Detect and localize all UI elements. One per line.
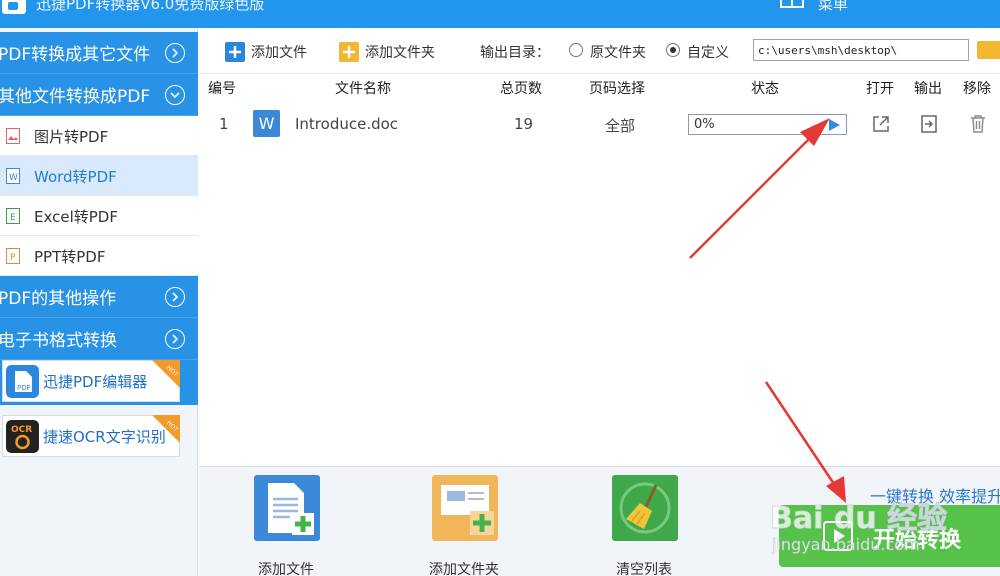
column-header: 输出 bbox=[914, 81, 942, 97]
add-file-big-icon bbox=[254, 475, 320, 541]
svg-text:OCR: OCR bbox=[11, 425, 32, 435]
add-folder-big-label: 添加文件夹 bbox=[429, 562, 499, 576]
promo-ocr[interactable]: OCR 捷速OCR文字识别 HOT bbox=[2, 415, 180, 457]
output-path-input[interactable] bbox=[753, 39, 969, 61]
chevron-down-icon bbox=[165, 85, 185, 105]
ppt-file-icon: P bbox=[6, 248, 20, 264]
chevron-right-icon bbox=[165, 329, 185, 349]
column-header: 编号 bbox=[208, 81, 236, 97]
add-file-icon bbox=[225, 42, 245, 62]
add-folder-icon bbox=[339, 42, 359, 62]
open-external-icon[interactable] bbox=[871, 114, 891, 134]
baidu-watermark: Bai du 经验 jingyan.baidu.com bbox=[770, 501, 948, 555]
column-header: 状态 bbox=[751, 81, 779, 97]
sidebar-item-image-to-pdf[interactable]: 图片转PDF bbox=[0, 116, 198, 156]
add-file-big-button[interactable]: 添加文件 bbox=[226, 475, 346, 576]
chevron-right-icon bbox=[165, 43, 185, 63]
app-logo-icon bbox=[2, 0, 26, 14]
browse-folder-icon[interactable] bbox=[977, 41, 1000, 59]
file-name: Introduce.doc bbox=[295, 115, 399, 133]
trash-icon[interactable] bbox=[968, 114, 988, 134]
promo-label: 捷速OCR文字识别 bbox=[43, 428, 166, 446]
column-header: 页码选择 bbox=[589, 81, 645, 97]
svg-text:E: E bbox=[10, 213, 16, 223]
chevron-right-icon bbox=[165, 287, 185, 307]
add-file-big-label: 添加文件 bbox=[258, 562, 314, 576]
page-count: 19 bbox=[514, 115, 534, 133]
word-doc-icon: W bbox=[253, 110, 280, 137]
svg-text:Bai du 经验: Bai du 经验 bbox=[770, 501, 947, 536]
promo-pdf-editor[interactable]: PDF 迅捷PDF编辑器 HOT bbox=[2, 360, 180, 402]
hot-badge-icon: HOT bbox=[152, 415, 180, 443]
sidebar-item-label: Excel转PDF bbox=[34, 208, 118, 226]
svg-text:W: W bbox=[9, 173, 18, 183]
svg-text:jingyan.baidu.com: jingyan.baidu.com bbox=[771, 535, 920, 554]
pdf-editor-app-icon: PDF bbox=[6, 365, 39, 398]
conversion-progress: 0% bbox=[688, 114, 847, 135]
table-header: 编号 文件名称 总页数 页码选择 状态 打开 输出 移除 bbox=[199, 74, 1000, 100]
clear-list-button[interactable]: 清空列表 bbox=[584, 475, 704, 576]
category-other-to-pdf[interactable]: 其他文件转换成PDF bbox=[0, 74, 198, 116]
play-icon[interactable] bbox=[829, 119, 840, 131]
sidebar: PDF转换成其它文件 其他文件转换成PDF 图片转PDF W Word转PDF … bbox=[0, 28, 198, 576]
column-header: 总页数 bbox=[500, 81, 542, 97]
app-title: 迅捷PDF转换器V6.0免费版绿色版 bbox=[36, 0, 265, 13]
category-pdf-to-other[interactable]: PDF转换成其它文件 bbox=[0, 32, 198, 74]
radio-original-folder[interactable] bbox=[569, 43, 583, 57]
page-select[interactable]: 全部 bbox=[605, 115, 635, 136]
ocr-app-icon: OCR bbox=[6, 420, 39, 453]
sidebar-item-excel-to-pdf[interactable]: E Excel转PDF bbox=[0, 196, 198, 236]
clear-list-label: 清空列表 bbox=[616, 562, 672, 576]
svg-text:PDF: PDF bbox=[17, 384, 31, 392]
output-folder-icon[interactable] bbox=[919, 114, 939, 134]
title-bar: 迅捷PDF转换器V6.0免费版绿色版 菜单 bbox=[0, 0, 1000, 28]
sidebar-item-label: 图片转PDF bbox=[34, 128, 109, 146]
column-header: 文件名称 bbox=[335, 81, 391, 97]
category-label: PDF的其他操作 bbox=[0, 289, 117, 309]
svg-text:P: P bbox=[10, 253, 16, 263]
add-file-label: 添加文件 bbox=[251, 45, 307, 61]
word-file-icon: W bbox=[6, 168, 20, 184]
category-pdf-other-ops[interactable]: PDF的其他操作 bbox=[0, 276, 198, 318]
progress-text: 0% bbox=[694, 117, 715, 132]
category-ebook-convert[interactable]: 电子书格式转换 bbox=[0, 318, 198, 360]
row-index: 1 bbox=[219, 115, 229, 133]
radio-custom-folder[interactable] bbox=[666, 43, 680, 57]
excel-file-icon: E bbox=[6, 208, 20, 224]
category-label: PDF转换成其它文件 bbox=[0, 45, 151, 65]
add-folder-big-icon bbox=[432, 475, 498, 541]
table-row[interactable]: 1 W Introduce.doc 19 全部 0% bbox=[199, 104, 1000, 144]
add-file-button[interactable]: 添加文件 bbox=[225, 40, 307, 64]
add-folder-big-button[interactable]: 添加文件夹 bbox=[404, 475, 524, 576]
radio-custom-label: 自定义 bbox=[687, 45, 729, 61]
promo-label: 迅捷PDF编辑器 bbox=[43, 373, 148, 391]
menu-button[interactable]: 菜单 bbox=[818, 0, 848, 14]
sidebar-item-label: PPT转PDF bbox=[34, 248, 106, 266]
menu-icon[interactable] bbox=[780, 0, 804, 8]
radio-original-label: 原文件夹 bbox=[590, 45, 646, 61]
sidebar-item-word-to-pdf[interactable]: W Word转PDF bbox=[0, 156, 198, 196]
add-folder-label: 添加文件夹 bbox=[365, 45, 435, 61]
broom-icon bbox=[612, 475, 678, 541]
category-label: 电子书格式转换 bbox=[0, 331, 117, 351]
sidebar-item-label: Word转PDF bbox=[34, 168, 117, 186]
column-header: 移除 bbox=[963, 81, 991, 97]
category-label: 其他文件转换成PDF bbox=[0, 87, 151, 107]
add-folder-button[interactable]: 添加文件夹 bbox=[339, 40, 435, 64]
sidebar-item-ppt-to-pdf[interactable]: P PPT转PDF bbox=[0, 236, 198, 276]
column-header: 打开 bbox=[866, 81, 894, 97]
image-file-icon bbox=[6, 128, 20, 144]
hot-badge-icon: HOT bbox=[152, 360, 180, 388]
output-dir-label: 输出目录： bbox=[480, 45, 550, 61]
toolbar: 添加文件 添加文件夹 输出目录： 原文件夹 自定义 bbox=[199, 28, 1000, 74]
